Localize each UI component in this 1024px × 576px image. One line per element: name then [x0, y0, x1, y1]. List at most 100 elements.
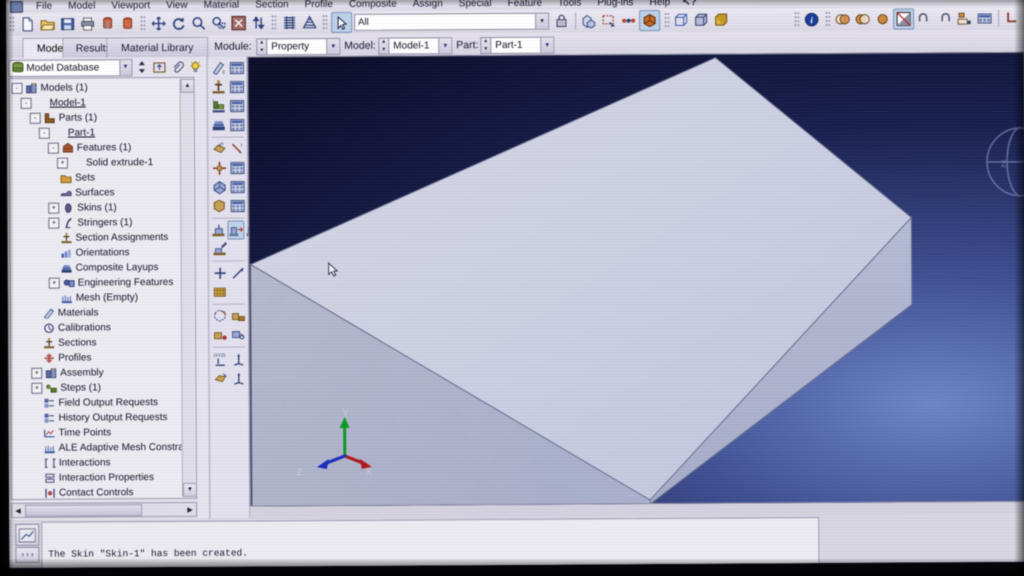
save-icon[interactable]	[58, 15, 77, 34]
drag-box-icon[interactable]	[599, 11, 618, 30]
zoom-icon[interactable]	[189, 14, 208, 33]
create-section-icon[interactable]	[210, 79, 227, 96]
create-datum-axis-icon[interactable]	[230, 265, 247, 282]
command-prompt-button[interactable]: ›››	[15, 546, 40, 563]
menu-item-tools[interactable]: Tools	[550, 0, 589, 10]
csys-icon[interactable]: (XYZ)	[212, 351, 229, 368]
scroll-right-arrow[interactable]: ▶	[184, 504, 196, 515]
create-display-group-icon[interactable]	[1002, 9, 1021, 28]
create-stringer-icon[interactable]	[227, 220, 245, 240]
toolbar-grip[interactable]	[9, 15, 15, 33]
chevron-down-icon[interactable]: ▼	[535, 13, 549, 29]
rotate-icon[interactable]	[169, 14, 188, 33]
expand-icon[interactable]: +	[48, 277, 60, 289]
tree-node-section-assignments[interactable]: Section Assignments	[12, 230, 194, 246]
tree-node-materials[interactable]: Materials	[13, 305, 195, 321]
tree-node-interactions[interactable]: Interactions	[14, 455, 196, 471]
display-group-icon[interactable]	[975, 9, 994, 28]
menu-item-assign[interactable]: Assign	[405, 0, 451, 11]
export-icon[interactable]	[118, 14, 137, 33]
profile-manager-icon[interactable]	[229, 98, 246, 115]
partition-face-icon[interactable]	[230, 308, 247, 325]
print-icon[interactable]	[78, 14, 97, 33]
collapse-icon[interactable]: -	[20, 97, 32, 109]
rebar-manager-icon[interactable]	[229, 198, 246, 215]
menu-item-help[interactable]: Help	[642, 0, 679, 9]
layer-view-icon[interactable]	[300, 13, 319, 32]
menu-item-special[interactable]: Special	[451, 0, 500, 10]
tree-vertical-scrollbar[interactable]: ▲ ▼	[179, 78, 198, 497]
expand-icon[interactable]: +	[48, 217, 60, 229]
model-dropdown[interactable]: Model-1 ▼	[388, 37, 453, 55]
tree-node-models-1[interactable]: - Models (1)	[11, 80, 193, 96]
toolbar-grip-select[interactable]	[322, 14, 328, 32]
box-zoom-icon[interactable]	[209, 14, 228, 33]
tree-node-contact-controls[interactable]: Contact Controls	[14, 485, 196, 500]
fit-view-icon[interactable]	[229, 14, 248, 33]
create-material-icon[interactable]: ε	[210, 60, 227, 77]
datum-csys-icon[interactable]	[230, 370, 247, 387]
tree-node-sections[interactable]: Sections	[13, 335, 195, 351]
tree-node-ale-adaptive-mesh-constrai[interactable]: ALE Adaptive Mesh Constrai	[14, 440, 196, 456]
open-icon[interactable]	[38, 15, 57, 34]
tree-node-solid-extrude-1[interactable]: + Solid extrude-1	[12, 155, 194, 171]
hidden-line-icon[interactable]	[692, 11, 711, 30]
info-icon[interactable]: i	[802, 10, 821, 29]
cycle-views-icon[interactable]	[249, 13, 268, 32]
arrow-pointer-icon[interactable]	[330, 11, 352, 34]
chevron-down-icon[interactable]: ▼	[326, 38, 340, 55]
section-assign-manager-icon[interactable]	[229, 179, 246, 196]
menu-item-composite[interactable]: Composite	[341, 0, 405, 11]
scroll-thumb[interactable]	[25, 504, 143, 517]
tree-node-part-1[interactable]: - Part-1	[12, 125, 194, 141]
tree-node-parts-1[interactable]: - Parts (1)	[12, 110, 194, 126]
tree-node-stringers-1[interactable]: + Stringers (1)	[12, 215, 194, 231]
section-manager-icon[interactable]	[228, 79, 245, 96]
menu-item-profile[interactable]: Profile	[297, 0, 341, 11]
chevron-down-icon[interactable]: ▼	[540, 37, 554, 53]
create-composite-layup-icon[interactable]	[211, 117, 228, 134]
render-style-icon[interactable]	[893, 8, 915, 30]
stringer-tool-icon[interactable]	[211, 241, 228, 258]
beam-manager-icon[interactable]	[229, 160, 246, 177]
tree-node-assembly[interactable]: + Assembly	[13, 365, 195, 381]
expand-icon[interactable]: +	[48, 202, 60, 214]
tree-node-history-output-requests[interactable]: History Output Requests	[14, 410, 196, 426]
menu-item-file[interactable]: File	[28, 0, 60, 13]
query-information-icon[interactable]	[955, 9, 974, 28]
tree-node-composite-layups[interactable]: Composite Layups	[13, 260, 195, 276]
view-cut-manager-icon[interactable]	[833, 10, 852, 29]
partition-edge-icon[interactable]	[212, 327, 229, 344]
tree-horizontal-scrollbar[interactable]: ◀ ▶	[11, 501, 198, 518]
material-manager-icon[interactable]	[228, 60, 245, 77]
viewport-3d[interactable]: Z Y X Z	[247, 51, 1024, 507]
menu-item-viewport[interactable]: Viewport	[103, 0, 158, 12]
tree-node-mesh-empty[interactable]: Mesh (Empty)	[13, 290, 195, 306]
toolbar-grip-view[interactable]	[140, 15, 146, 33]
collapse-icon[interactable]: -	[47, 142, 59, 154]
spinner-updown-icon[interactable]	[134, 60, 150, 75]
redo-icon[interactable]	[935, 9, 954, 28]
tree-node-sets[interactable]: Sets	[12, 170, 194, 186]
part-dropdown[interactable]: Part-1 ▼	[490, 36, 555, 55]
collapse-icon[interactable]: -	[11, 82, 23, 94]
color-code-icon[interactable]	[873, 10, 892, 29]
create-datum-point-icon[interactable]	[212, 265, 229, 282]
partition-cell-icon[interactable]	[212, 308, 229, 325]
view-cut-toggle-icon[interactable]	[853, 10, 872, 29]
toolbar-grip-right[interactable]	[793, 11, 799, 29]
expand-icon[interactable]: +	[56, 157, 69, 169]
menu-item-material[interactable]: Material	[196, 0, 248, 12]
toolbar-grip-display[interactable]	[663, 11, 669, 29]
pan-icon[interactable]	[149, 14, 168, 33]
import-icon[interactable]	[98, 14, 117, 33]
tree-node-surfaces[interactable]: Surfaces	[12, 185, 194, 201]
expand-icon[interactable]: +	[31, 382, 43, 394]
cut-tool-icon[interactable]	[230, 327, 247, 344]
assign-orientation-icon[interactable]: n	[211, 141, 228, 158]
tree-node-features-1[interactable]: - Features (1)	[12, 140, 194, 156]
assign-beam-orientation-icon[interactable]	[211, 160, 228, 177]
create-datum-plane-icon[interactable]	[212, 284, 229, 301]
list-view-icon[interactable]	[280, 13, 299, 32]
collapse-icon[interactable]: -	[29, 112, 41, 124]
